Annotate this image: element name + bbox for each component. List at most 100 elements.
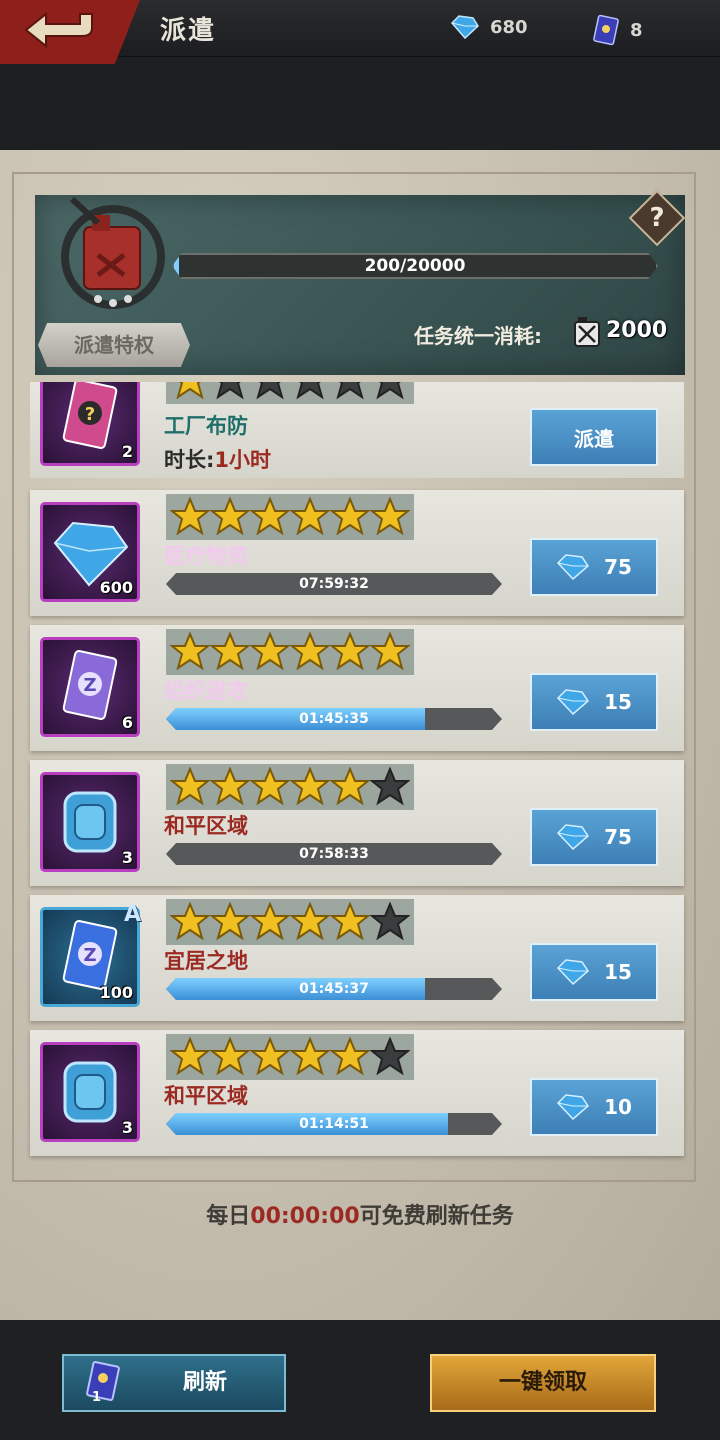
mission-timer: 01:45:35 (299, 711, 369, 727)
mission-duration: 时长:1小时 (164, 444, 271, 474)
speedup-button[interactable]: 15 (530, 943, 658, 1001)
speedup-cost: 15 (604, 960, 632, 984)
speedup-button[interactable]: 75 (530, 808, 658, 866)
dispatch-privilege-button[interactable]: 派遣特权 (38, 323, 190, 367)
star-filled-icon (330, 632, 370, 671)
mission-timer: 01:14:51 (299, 1116, 369, 1132)
mission-row: 600 医疗物资 07:59:32 75 (30, 490, 684, 616)
gem-icon (557, 689, 590, 716)
speedup-cost: 15 (604, 690, 632, 714)
star-filled-icon (170, 767, 210, 806)
duration-label: 时长: (164, 448, 215, 472)
svg-text:?: ? (85, 404, 95, 425)
reward-item[interactable]: 600 (40, 502, 140, 602)
star-empty-icon (370, 902, 410, 941)
star-filled-icon (250, 902, 290, 941)
star-filled-icon (290, 632, 330, 671)
gem-counter: 680 (450, 14, 528, 40)
refresh-hint-time: 00:00:00 (250, 1204, 360, 1229)
mission-name: 和平区域 (164, 814, 248, 838)
help-icon[interactable]: ? (637, 198, 677, 238)
star-filled-icon (210, 497, 250, 536)
star-filled-icon (290, 902, 330, 941)
speedup-button[interactable]: 75 (530, 538, 658, 596)
star-rating (166, 764, 414, 810)
mission-name: 医疗物资 (164, 544, 248, 568)
cost-label: 任务统一消耗: (414, 324, 542, 348)
top-bar: 派遣 680 8 (0, 0, 720, 64)
star-filled-icon (170, 902, 210, 941)
fuel-cost-icon (574, 317, 600, 347)
mission-name: 工厂布防 (164, 414, 248, 438)
star-filled-icon (210, 767, 250, 806)
ticket-count: 8 (630, 19, 643, 41)
star-filled-icon (290, 1037, 330, 1076)
gem-count: 680 (490, 16, 528, 38)
gem-icon (557, 1094, 590, 1121)
mission-row: ? 2 工厂布防 时长:1小时 派遣 (30, 382, 684, 478)
star-filled-icon (170, 632, 210, 671)
reward-count: 6 (121, 713, 133, 732)
star-filled-icon (330, 902, 370, 941)
fuel-can-icon (61, 196, 165, 309)
gem-icon (557, 554, 590, 581)
mission-name: 宜居之地 (164, 949, 248, 973)
star-filled-icon (170, 1037, 210, 1076)
star-rating (166, 629, 414, 675)
reward-count: 3 (121, 1118, 133, 1137)
cost-value: 2000 (606, 318, 668, 343)
reward-count: 3 (121, 848, 133, 867)
back-button[interactable] (0, 0, 140, 64)
mission-row: Z 100 A 宜居之地 01:45:37 15 (30, 895, 684, 1021)
reward-item[interactable]: 3 (40, 772, 140, 872)
mission-timer: 07:58:33 (299, 846, 369, 862)
mission-timer: 01:45:37 (299, 981, 369, 997)
ticket-counter: 8 (592, 14, 643, 46)
refresh-hint-suffix: 可免费刷新任务 (359, 1204, 514, 1229)
duration-value: 1小时 (214, 448, 272, 472)
speedup-button[interactable]: 10 (530, 1078, 658, 1136)
dispatch-button-label: 派遣 (574, 426, 614, 451)
star-rating (166, 899, 414, 945)
mission-row: 3 和平区域 07:58:33 75 (30, 760, 684, 886)
reward-grade: A (123, 902, 141, 927)
reward-count: 2 (121, 442, 133, 461)
reward-count: 600 (99, 578, 133, 597)
refresh-button[interactable]: 1 刷新 (62, 1354, 286, 1412)
reward-item[interactable]: Z 100 A (40, 902, 141, 1007)
page-title: 派遣 (160, 16, 217, 46)
star-filled-icon (210, 902, 250, 941)
star-rating (166, 494, 414, 540)
speedup-cost: 75 (604, 825, 632, 849)
star-filled-icon (250, 632, 290, 671)
speedup-cost: 10 (604, 1095, 632, 1119)
mission-timer: 07:59:32 (299, 576, 369, 592)
svg-text:Z: Z (83, 945, 96, 966)
star-filled-icon (250, 767, 290, 806)
star-filled-icon (290, 767, 330, 806)
star-filled-icon (330, 1037, 370, 1076)
star-filled-icon (170, 497, 210, 536)
star-empty-icon (370, 767, 410, 806)
star-rating (166, 1034, 414, 1080)
refresh-hint-prefix: 每日 (206, 1204, 251, 1229)
back-arrow-icon (24, 11, 93, 49)
claim-all-button[interactable]: 一键领取 (430, 1354, 656, 1412)
mission-name: 组织进攻 (164, 679, 248, 703)
dispatch-button[interactable]: 派遣 (530, 408, 658, 466)
star-filled-icon (290, 497, 330, 536)
star-filled-icon (330, 497, 370, 536)
reward-count: 100 (99, 983, 133, 1002)
star-filled-icon (210, 1037, 250, 1076)
reward-item[interactable]: Z 6 (40, 637, 140, 737)
mission-row: Z 6 组织进攻 01:45:35 15 (30, 625, 684, 751)
reward-item[interactable]: 3 (40, 1042, 140, 1142)
refresh-hint: 每日00:00:00可免费刷新任务 (0, 1198, 720, 1230)
speedup-button[interactable]: 15 (530, 673, 658, 731)
energy-value: 200/20000 (364, 256, 466, 276)
mission-name: 和平区域 (164, 1084, 248, 1108)
star-filled-icon (210, 632, 250, 671)
svg-text:Z: Z (83, 675, 96, 696)
gem-icon (557, 959, 590, 986)
mission-row: 3 和平区域 01:14:51 10 (30, 1030, 684, 1156)
